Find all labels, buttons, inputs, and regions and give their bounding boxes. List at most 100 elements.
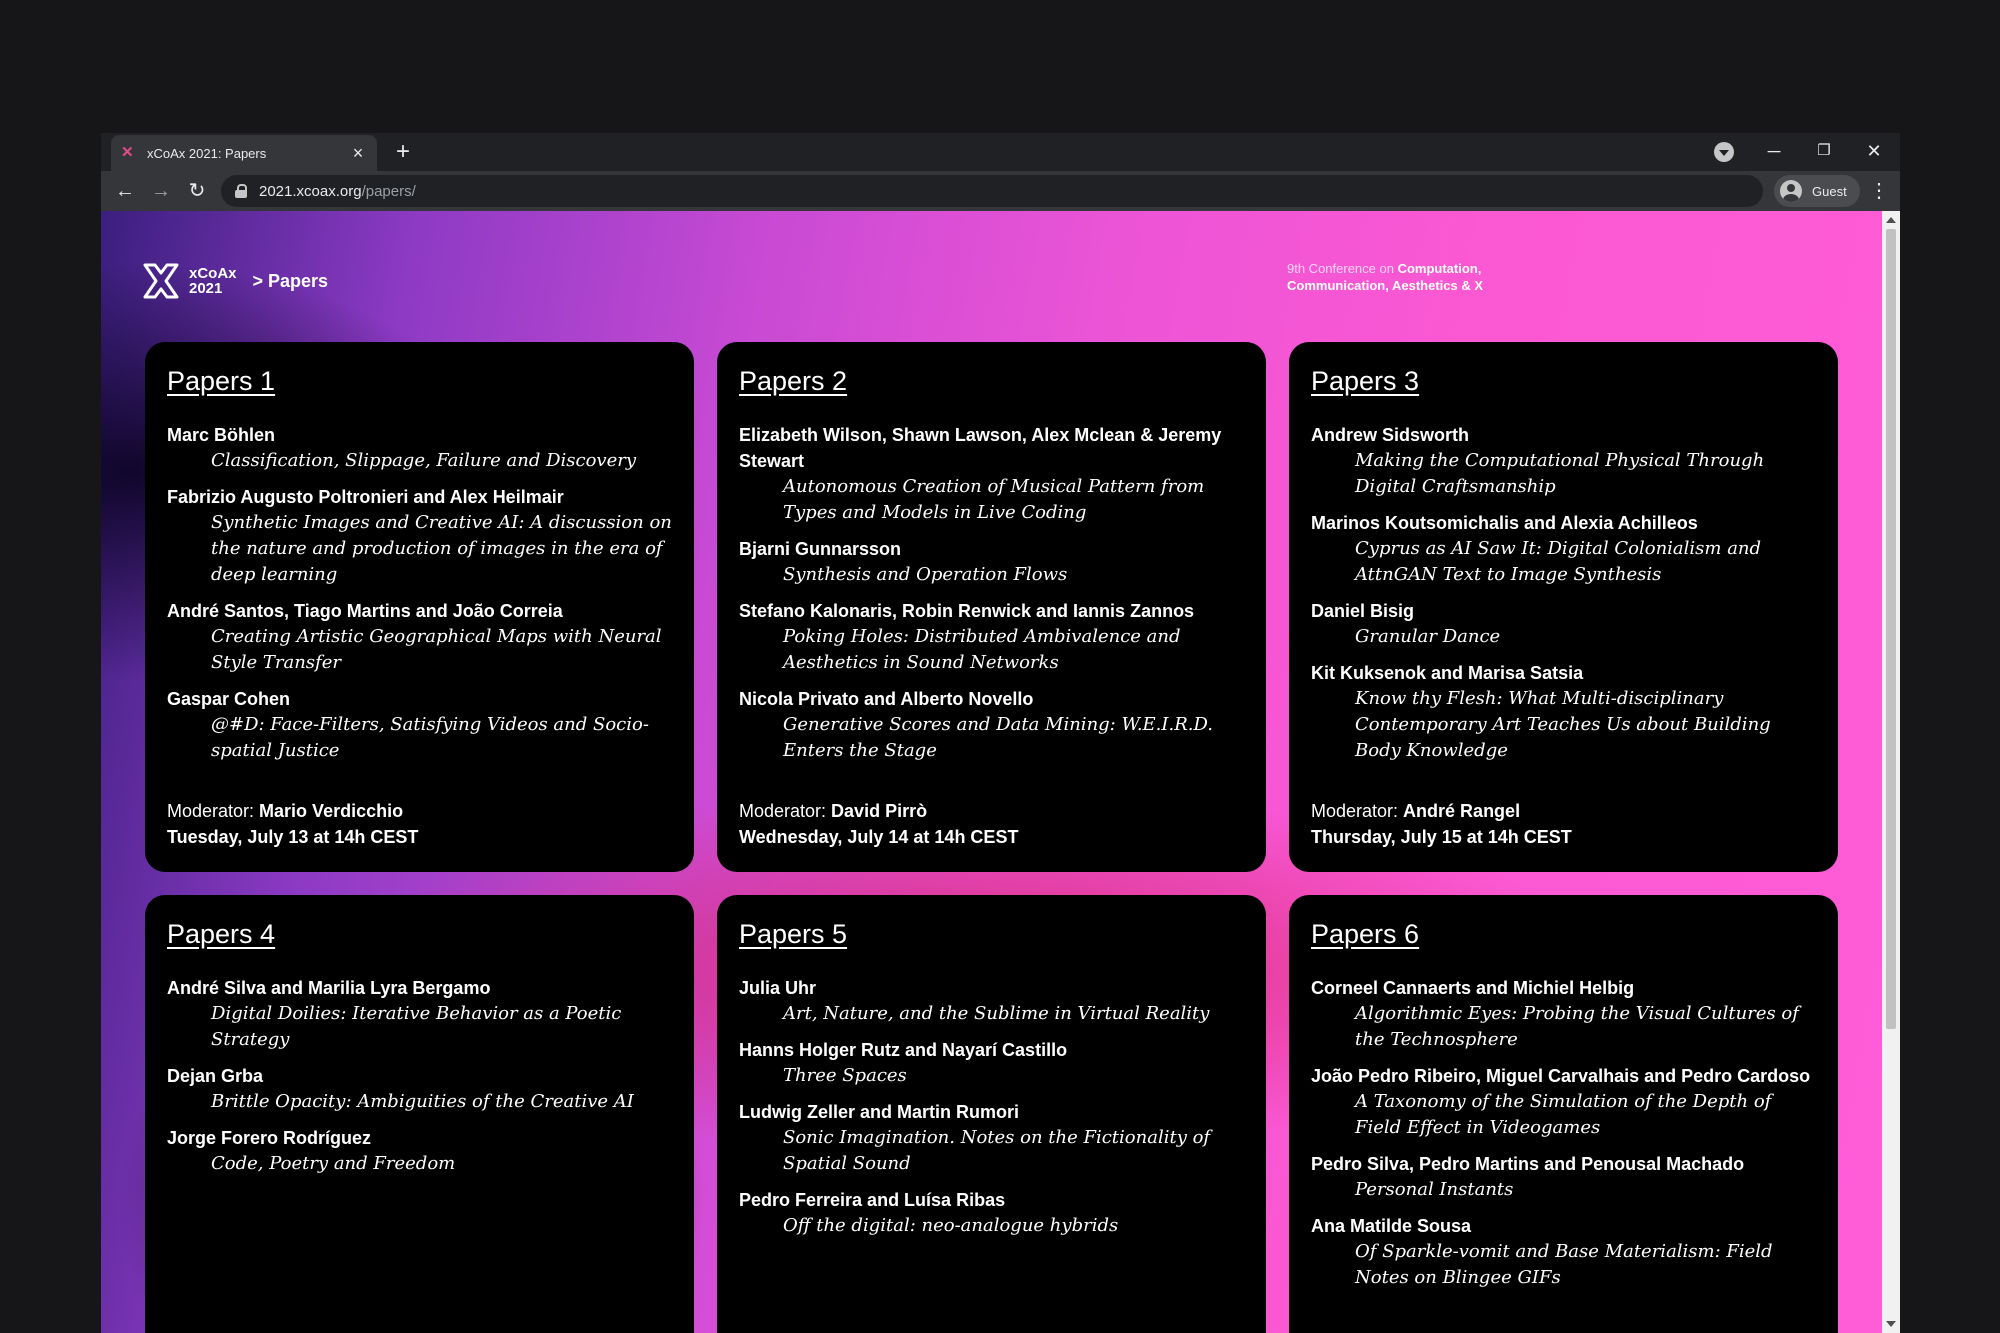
paper-item: João Pedro Ribeiro, Miguel Carvalhais an… [1311,1063,1816,1141]
paper-title: Creating Artistic Geographical Maps with… [211,626,662,673]
paper-authors: Bjarni Gunnarsson [739,539,902,559]
paper-authors: Daniel Bisig [1311,601,1415,621]
paper-authors: Ana Matilde Sousa [1311,1216,1472,1236]
scroll-up-icon[interactable] [1886,217,1896,223]
paper-authors: Marc Böhlen [167,425,276,445]
paper-authors: Kit Kuksenok and Marisa Satsia [1311,663,1584,683]
close-window-icon[interactable]: ✕ [1854,135,1894,167]
paper-title: Personal Instants [1355,1179,1514,1200]
minimize-icon[interactable]: ─ [1754,135,1794,167]
close-tab-icon[interactable]: × [349,144,367,162]
paper-item: Fabrizio Augusto Poltronieri and Alex He… [167,484,672,588]
paper-item: Julia Uhr Art, Nature, and the Sublime in… [739,975,1244,1027]
paper-authors: Pedro Silva, Pedro Martins and Penousal … [1311,1154,1745,1174]
paper-title: Classification, Slippage, Failure and Di… [211,450,637,471]
paper-item: Kit Kuksenok and Marisa Satsia Know thy F… [1311,660,1816,764]
scroll-down-icon[interactable] [1886,1321,1896,1327]
breadcrumb[interactable]: > Papers [253,271,329,292]
tab-search-icon[interactable] [1714,142,1734,162]
tab-title: xCoAx 2021: Papers [147,145,267,161]
session-card: Papers 5 Julia Uhr Art, Nature, and the Su… [717,895,1266,1333]
xcoax-favicon-icon: ✕ [121,144,134,161]
paper-authors: Dejan Grba [167,1066,264,1086]
paper-title: Know thy Flesh: What Multi-disciplinary … [1355,688,1771,761]
paper-item: Gaspar Cohen @#D: Face-Filters, Satisfyin… [167,686,672,764]
paper-item: Stefano Kalonaris, Robin Renwick and Ian… [739,598,1244,676]
session-title-link[interactable]: Papers 6 [1311,917,1419,951]
address-bar[interactable]: 2021.xcoax.org/papers/ [221,175,1763,207]
paper-item: Daniel Bisig Granular Dance [1311,598,1816,650]
browser-toolbar: ← → ↻ 2021.xcoax.org/papers/ Guest ⋮ [101,171,1900,211]
paper-title: Sonic Imagination. Notes on the Fictiona… [783,1127,1211,1174]
paper-title: @#D: Face-Filters, Satisfying Videos and… [211,714,649,761]
paper-authors: Elizabeth Wilson, Shawn Lawson, Alex Mcl… [739,425,1222,471]
paper-authors: Stefano Kalonaris, Robin Renwick and Ian… [739,601,1195,621]
session-date: Tuesday, July 13 at 14h CEST [167,827,419,847]
session-title-link[interactable]: Papers 5 [739,917,847,951]
scrollbar[interactable] [1882,211,1900,1333]
logo-text[interactable]: xCoAx 2021 [189,266,237,296]
paper-title: Synthesis and Operation Flows [783,564,1068,585]
back-icon[interactable]: ← [111,177,139,205]
paper-authors: André Silva and Marilia Lyra Bergamo [167,978,491,998]
new-tab-button[interactable]: + [389,139,417,167]
paper-item: Elizabeth Wilson, Shawn Lawson, Alex Mcl… [739,422,1244,526]
profile-button[interactable]: Guest [1774,175,1860,207]
paper-item: Pedro Silva, Pedro Martins and Penousal … [1311,1151,1816,1203]
reload-icon[interactable]: ↻ [183,177,211,205]
session-card: Papers 4 André Silva and Marilia Lyra Ber… [145,895,694,1333]
session-moderation: Moderator: David Pirrò Wednesday, July 14… [739,798,1018,850]
paper-item: Hanns Holger Rutz and Nayarí Castillo Thr… [739,1037,1244,1089]
paper-item: Dejan Grba Brittle Opacity: Ambiguities o… [167,1063,672,1115]
browser-tab[interactable]: ✕ xCoAx 2021: Papers × [111,135,377,171]
session-card: Papers 1 Marc Böhlen Classification, Slipp… [145,342,694,872]
paper-item: Nicola Privato and Alberto Novello Genera… [739,686,1244,764]
paper-title: Of Sparkle-vomit and Base Materialism: F… [1355,1241,1773,1288]
session-date: Thursday, July 15 at 14h CEST [1311,827,1572,847]
paper-item: Bjarni Gunnarsson Synthesis and Operation… [739,536,1244,588]
moderator-name: André Rangel [1403,801,1521,821]
moderator-name: Mario Verdicchio [259,801,404,821]
tagline-bold-1: Computation, [1397,261,1482,276]
session-moderation: Moderator: André Rangel Thursday, July 15… [1311,798,1572,850]
forward-icon[interactable]: → [147,177,175,205]
paper-title: Digital Doilies: Iterative Behavior as a… [211,1003,622,1050]
session-date: Wednesday, July 14 at 14h CEST [739,827,1019,847]
paper-item: Marc Böhlen Classification, Slippage, Fai… [167,422,672,474]
paper-authors: João Pedro Ribeiro, Miguel Carvalhais an… [1311,1066,1811,1086]
xcoax-logo-icon[interactable] [141,261,181,301]
paper-title: Making the Computational Physical Throug… [1355,450,1765,497]
session-title-link[interactable]: Papers 4 [167,917,275,951]
restore-icon[interactable]: ❐ [1804,135,1844,167]
avatar-icon [1780,180,1802,202]
paper-item: Corneel Cannaerts and Michiel Helbig Algo… [1311,975,1816,1053]
paper-title: Poking Holes: Distributed Ambivalence an… [783,626,1181,673]
session-moderation: Moderator: Mario Verdicchio Tuesday, July… [167,798,418,850]
paper-item: André Silva and Marilia Lyra Bergamo Digi… [167,975,672,1053]
session-title-link[interactable]: Papers 2 [739,364,847,398]
paper-title: Generative Scores and Data Mining: W.E.I… [783,714,1214,761]
paper-title: Three Spaces [783,1065,907,1086]
tab-strip: ✕ xCoAx 2021: Papers × + ─ ❐ ✕ [101,133,1900,171]
paper-title: Algorithmic Eyes: Probing the Visual Cul… [1355,1003,1799,1050]
session-title-link[interactable]: Papers 1 [167,364,275,398]
scroll-thumb[interactable] [1886,229,1896,1029]
paper-authors: Marinos Koutsomichalis and Alexia Achill… [1311,513,1698,533]
paper-authors: Hanns Holger Rutz and Nayarí Castillo [739,1040,1068,1060]
lock-icon [235,184,247,198]
paper-item: Marinos Koutsomichalis and Alexia Achill… [1311,510,1816,588]
paper-item: Jorge Forero Rodríguez Code, Poetry and F… [167,1125,672,1177]
paper-authors: Ludwig Zeller and Martin Rumori [739,1102,1020,1122]
kebab-menu-icon[interactable]: ⋮ [1869,177,1889,205]
url-path: /papers/ [361,182,416,200]
paper-authors: Pedro Ferreira and Luísa Ribas [739,1190,1006,1210]
paper-authors: Julia Uhr [739,978,817,998]
session-title-link[interactable]: Papers 3 [1311,364,1419,398]
conference-tagline: 9th Conference on Computation, Communicat… [1287,260,1547,294]
tagline-bold-2: Communication, Aesthetics & X [1287,278,1483,293]
paper-title: Brittle Opacity: Ambiguities of the Crea… [211,1091,634,1112]
moderator-label: Moderator: [739,801,832,821]
paper-authors: Andrew Sidsworth [1311,425,1470,445]
paper-item: André Santos, Tiago Martins and João Cor… [167,598,672,676]
url-host: 2021.xcoax.org [259,182,362,200]
